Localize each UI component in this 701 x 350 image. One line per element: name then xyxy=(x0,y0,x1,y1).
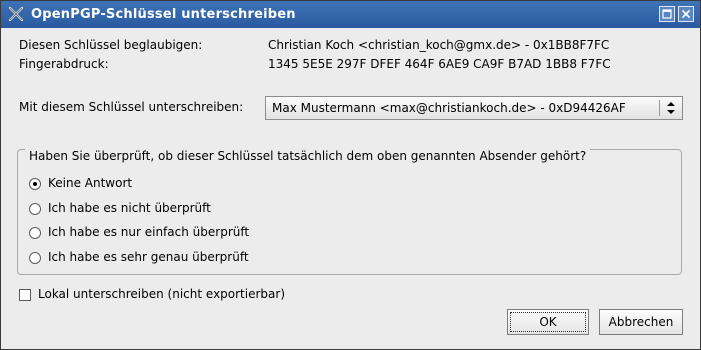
maximize-button[interactable] xyxy=(659,6,675,22)
dialog-content: Diesen Schlüssel beglaubigen: Christian … xyxy=(1,28,700,349)
radio-label: Ich habe es nur einfach überprüft xyxy=(48,225,250,239)
radio-label: Keine Antwort xyxy=(48,176,133,190)
ok-button[interactable]: OK xyxy=(507,309,589,335)
radio-button[interactable] xyxy=(29,227,41,239)
radio-selected-dot xyxy=(33,182,37,186)
dialog-window: OpenPGP-Schlüssel unterschreiben Diesen … xyxy=(0,0,701,350)
radio-button[interactable] xyxy=(29,203,41,215)
signing-key-select[interactable]: Max Mustermann <max@christiankoch.de> - … xyxy=(265,96,683,120)
certify-key-label: Diesen Schlüssel beglaubigen: xyxy=(19,38,203,52)
fingerprint-value: 1345 5E5E 297F DFEF 464F 6AE9 CA9F B7AD … xyxy=(268,57,611,71)
local-sign-label: Lokal unterschreiben (nicht exportierbar… xyxy=(38,287,286,301)
app-icon xyxy=(8,6,24,22)
fingerprint-label: Fingerabdruck: xyxy=(19,57,109,71)
signing-key-selected: Max Mustermann <max@christiankoch.de> - … xyxy=(272,101,626,115)
signing-key-label: Mit diesem Schlüssel unterschreiben: xyxy=(19,100,244,114)
certify-key-value: Christian Koch <christian_koch@gmx.de> -… xyxy=(268,38,610,52)
close-icon xyxy=(681,9,691,19)
local-sign-checkbox[interactable] xyxy=(19,289,31,301)
radio-label: Ich habe es sehr genau überprüft xyxy=(48,250,249,264)
window-title: OpenPGP-Schlüssel unterschreiben xyxy=(31,7,296,22)
cancel-button[interactable]: Abbrechen xyxy=(599,309,683,335)
close-button[interactable] xyxy=(678,6,694,22)
verification-question: Haben Sie überprüft, ob dieser Schlüssel… xyxy=(25,149,591,163)
maximize-icon xyxy=(662,9,672,19)
combo-divider xyxy=(659,100,660,116)
spin-arrows-icon xyxy=(667,102,675,114)
radio-button[interactable] xyxy=(29,252,41,264)
radio-button[interactable] xyxy=(29,178,41,190)
radio-label: Ich habe es nicht überprüft xyxy=(48,201,211,215)
title-bar[interactable]: OpenPGP-Schlüssel unterschreiben xyxy=(1,1,700,28)
